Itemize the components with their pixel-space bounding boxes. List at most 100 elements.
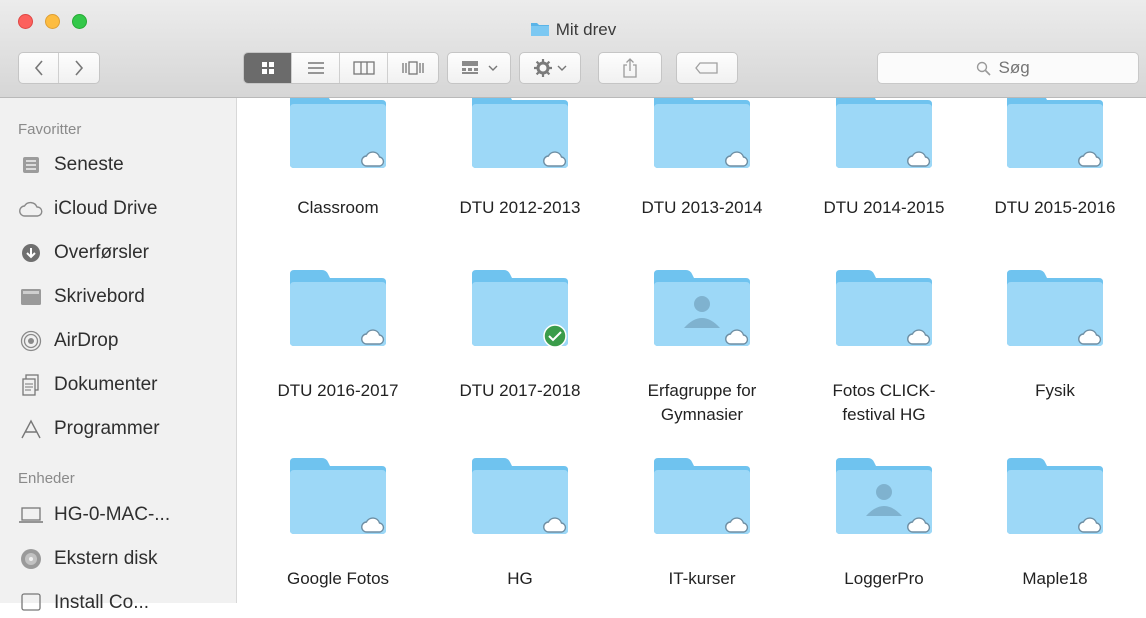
airdrop-icon [18,330,44,352]
folder-item[interactable]: IT-kurser [611,456,793,603]
folder-icon [834,98,934,170]
folder-icon [652,456,752,536]
disk-icon [18,592,44,614]
folder-item[interactable]: LoggerPro [793,456,975,603]
folder-name: Classroom [297,198,379,217]
folder-name: Fysik [1035,381,1075,400]
sidebar-item-skrivebord[interactable]: Skrivebord [18,282,145,312]
devices-heading: Enheder [18,470,75,487]
search-field[interactable] [877,52,1139,84]
folder-icon [834,268,934,348]
share-icon [623,58,637,78]
sidebar-item-label: Overførsler [54,242,149,263]
tag-icon [695,62,718,74]
sidebar-item-icloud-drive[interactable]: iCloud Drive [18,194,157,224]
folder-name-line1: Fotos CLICK- [832,381,936,400]
folder-item[interactable]: DTU 2015-2016 [964,98,1146,228]
folder-item[interactable]: HG [429,456,611,603]
folder-item[interactable]: DTU 2012-2013 [429,98,611,228]
sidebar-item-label: AirDrop [54,330,119,351]
folder-icon [470,98,570,170]
sidebar-item-label: Install Co... [54,592,150,613]
folder-item[interactable]: DTU 2014-2015 [793,98,975,228]
view-switcher [243,52,439,84]
sidebar-item-airdrop[interactable]: AirDrop [18,326,118,356]
folder-name: Google Fotos [286,569,390,588]
chevron-left-icon [34,60,43,76]
share-button[interactable] [598,52,662,84]
cover-flow-icon [402,61,424,75]
folder-name: DTU 2016-2017 [277,381,399,400]
folder-item[interactable]: Erfagruppe for Gymnasier [611,268,793,438]
back-button[interactable] [19,53,59,83]
sidebar-item-label: Dokumenter [54,374,158,395]
folder-icon [530,20,550,42]
folder-name: DTU 2013-2014 [641,198,763,217]
folder-name: DTU 2012-2013 [459,198,581,217]
column-view-button[interactable] [340,53,388,83]
folder-item[interactable]: DTU 2017-2018 [429,268,611,438]
folder-item[interactable]: DTU 2016-2017 [247,268,429,438]
folder-name: DTU 2015-2016 [994,198,1116,217]
cover-flow-button[interactable] [388,53,438,83]
sidebar-item-seneste[interactable]: Seneste [18,150,124,180]
chevron-down-icon [488,65,497,71]
sidebar-item-programmer[interactable]: Programmer [18,414,160,444]
folder-name: LoggerPro [844,569,924,588]
list-view-button[interactable] [292,53,340,83]
folder-item[interactable]: Classroom [247,98,429,228]
file-browser: Classroom DTU 2012-2013 DTU 2013-2014 DT… [237,98,1146,603]
folder-item[interactable]: Fysik [964,268,1146,438]
sidebar-item-label: Ekstern disk [54,548,158,569]
folder-item[interactable]: Fotos CLICK- festival HG [793,268,975,438]
action-button[interactable] [519,52,581,84]
folder-icon [652,98,752,170]
folder-name: IT-kurser [668,569,736,588]
folder-icon [470,456,570,536]
window-title-text: Mit drev [555,20,617,39]
sidebar-item-install[interactable]: Install Co... [18,588,149,618]
forward-button[interactable] [59,53,99,83]
sidebar-item-dokumenter[interactable]: Dokumenter [18,370,158,400]
sidebar: Favoritter Seneste iCloud Drive Overførs… [0,98,237,613]
gear-icon [533,59,552,77]
sidebar-item-label: Seneste [54,154,124,175]
columns-icon [352,61,375,75]
favorites-heading: Favoritter [18,121,82,138]
sidebar-item-hg-0-mac[interactable]: HG-0-MAC-... [18,500,170,530]
folder-icon [652,268,752,348]
folder-icon [1005,268,1105,348]
synced-badge-icon [543,324,567,348]
recents-icon [18,154,44,176]
folder-item[interactable]: DTU 2013-2014 [611,98,793,228]
folder-item[interactable]: Google Fotos [247,456,429,603]
folder-name: HG [507,569,533,588]
folder-name-line2: festival HG [842,405,926,424]
folder-item[interactable]: Maple18 [964,456,1146,603]
folder-name-line2: Gymnasier [660,405,744,424]
sidebar-item-ekstern-disk[interactable]: Ekstern disk [18,544,157,574]
search-input[interactable] [996,57,1041,79]
disk-icon [18,548,44,570]
cloud-icon [18,198,44,220]
folder-icon [1005,98,1105,170]
chevron-right-icon [75,60,84,76]
folder-icon [1005,456,1105,536]
sidebar-item-label: HG-0-MAC-... [54,504,171,525]
sidebar-item-overforsler[interactable]: Overførsler [18,238,149,268]
laptop-icon [18,504,44,526]
search-icon [976,61,991,76]
folder-icon [288,456,388,536]
documents-icon [18,374,44,396]
icon-view-button[interactable] [244,53,292,83]
folder-name-line1: Erfagruppe for [647,381,757,400]
folder-name: DTU 2014-2015 [823,198,945,217]
folder-name: Maple18 [1022,569,1088,588]
arrange-button[interactable] [447,52,511,84]
arrange-icon [461,61,478,74]
list-icon [307,62,324,74]
grid-icon [261,62,274,74]
folder-name: DTU 2017-2018 [459,381,581,400]
tags-button[interactable] [676,52,738,84]
window-title: Mit drev [0,20,1146,42]
